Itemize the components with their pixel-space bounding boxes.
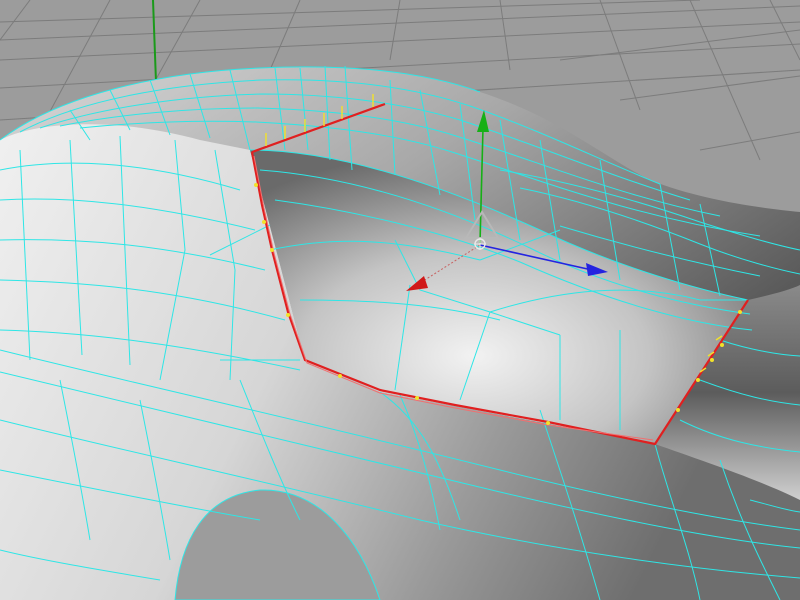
- perspective-viewport[interactable]: [0, 0, 800, 600]
